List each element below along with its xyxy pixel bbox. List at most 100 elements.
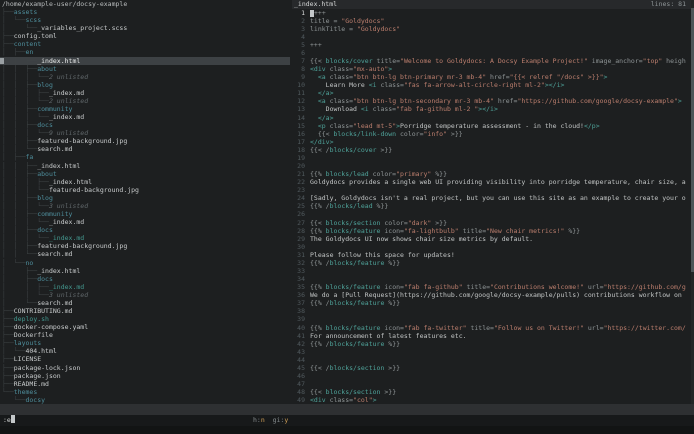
text-segment: %}}: [564, 227, 580, 235]
code-line: 36We do a [Pull Request](https://github.…: [292, 291, 694, 299]
tree-row[interactable]: ├──assets: [0, 8, 290, 16]
tree-row[interactable]: │ └──search.md: [0, 299, 290, 307]
tree-branch: │ │ │ └──: [2, 113, 49, 121]
tree-row[interactable]: │ ├──_index.html: [0, 267, 290, 275]
tree-row[interactable]: │ │ └──search.md: [0, 250, 290, 258]
tree-row[interactable]: └──themes: [0, 388, 290, 396]
tree-row[interactable]: ├──CONTRIBUTING.md: [0, 307, 290, 315]
text-segment: <div: [310, 65, 326, 73]
tree-row[interactable]: │ │ ├──community: [0, 210, 290, 218]
tree-row[interactable]: │ │ │ ├──_index.html: [0, 178, 290, 186]
tree-entry-name: about: [37, 170, 57, 178]
text-segment: title=: [463, 283, 490, 291]
tree-row[interactable]: ├──package.json: [0, 372, 290, 380]
tree-row[interactable]: │ ├──fa: [0, 153, 290, 161]
tree-row[interactable]: │ │ └──3 unlisted: [0, 291, 290, 299]
tree-entry-name: _index.md: [49, 218, 84, 226]
text-segment: "https://github.com/google/docsy-example…: [517, 97, 677, 105]
text-segment: Download: [310, 105, 361, 113]
code-line: 21{{% blocks/lead color="primary" %}}: [292, 170, 694, 178]
tree-row[interactable]: │ │ │ └──3 unlisted: [0, 202, 290, 210]
code-line: 31Please follow this space for updates!: [292, 251, 694, 259]
tree-row[interactable]: ├──deploy.sh: [0, 315, 290, 323]
line-number: 17: [292, 138, 305, 146]
tree-row[interactable]: │ │ ├──blog: [0, 81, 290, 89]
text-segment: {{% /: [310, 259, 330, 267]
tree-row[interactable]: │ │ │ └──_index.md: [0, 113, 290, 121]
code-line: 1 +++: [292, 9, 694, 17]
tree-row[interactable]: │ │ └──search.md: [0, 145, 290, 153]
text-segment: color=: [396, 130, 423, 138]
tree-row[interactable]: │ ├──docs: [0, 275, 290, 283]
tree-row[interactable]: │ └──404.html: [0, 347, 290, 355]
line-number: 14: [292, 114, 305, 122]
tree-row[interactable]: │ │ ├──community: [0, 105, 290, 113]
tree-row[interactable]: ├──README.md: [0, 380, 290, 388]
text-segment: blocks/feature: [330, 299, 385, 307]
line-number: 35: [292, 283, 305, 291]
text-segment: %}}: [373, 202, 389, 210]
tree-row[interactable]: │ │ │ └──9 unlisted: [0, 129, 290, 137]
text-segment: "top": [643, 57, 663, 65]
tree-row[interactable]: │ │ │ └──2 unlisted: [0, 97, 290, 105]
tree-branch: │ │ └──: [2, 291, 49, 299]
tree-row[interactable]: │ │ │ └──2 unlisted: [0, 73, 290, 81]
input-bar[interactable]: :e h:n gi:y: [0, 415, 694, 426]
tree-row[interactable]: │ │ │ └──_index.md: [0, 218, 290, 226]
code-line: 22Goldydocs provides a single web UI pro…: [292, 178, 694, 186]
tree-row[interactable]: │ ├──en: [0, 48, 290, 56]
tree-branch: │ ├──: [2, 48, 25, 56]
text-segment: <a: [318, 73, 326, 81]
tree-row[interactable]: │ │ │ ├──_index.md: [0, 89, 290, 97]
tree-row[interactable]: │ │ ├──about: [0, 170, 290, 178]
tree-row[interactable]: │ │ │ └──_index.md: [0, 234, 290, 242]
text-segment: "btn btn-lg btn-primary mr-3 mb-4": [353, 73, 486, 81]
tree-row[interactable]: ├──content: [0, 40, 290, 48]
tree-row[interactable]: │ └──no: [0, 259, 290, 267]
code-line: 35{{% blocks/feature icon="fab fa-github…: [292, 283, 694, 291]
tree-branch: │ └──: [2, 24, 37, 32]
text-segment: "fab fa-github ml-2 ": [396, 105, 478, 113]
command-input[interactable]: :e: [3, 416, 11, 424]
tree-entry-name: blog: [37, 81, 53, 89]
tree-branch: ├──: [2, 364, 14, 372]
tree-row[interactable]: │ │ ├──blog: [0, 194, 290, 202]
tree-row[interactable]: ├──LICENSE: [0, 355, 290, 363]
code-line: 17</div>: [292, 138, 694, 146]
line-number: 26: [292, 210, 305, 218]
tree-row[interactable]: ├──layouts: [0, 339, 290, 347]
tree-row[interactable]: │ │ ├──_index.html: [0, 162, 290, 170]
tree-row[interactable]: │ │ ├──_index.html: [0, 57, 290, 65]
tree-root-path[interactable]: /home/example-user/docsy-example: [0, 0, 290, 8]
text-segment: [310, 73, 318, 81]
text-segment: Porridge temperature assessment - in the…: [400, 122, 584, 130]
tree-row[interactable]: │ └──_variables_project.scss: [0, 24, 290, 32]
tree-row[interactable]: │ │ ├──featured-background.jpg: [0, 137, 290, 145]
tree-row[interactable]: │ │ │ └──featured-background.jpg: [0, 186, 290, 194]
tree-row[interactable]: ├──package-lock.json: [0, 364, 290, 372]
text-segment: ></i>: [545, 81, 565, 89]
text-segment: "fas fa-arrow-alt-circle-right ml-2": [404, 81, 545, 89]
text-segment: </p>: [584, 122, 600, 130]
text-segment: "{{< relref "/docs" >}}": [510, 73, 604, 81]
tree-row[interactable]: │ │ ├──_index.md: [0, 283, 290, 291]
line-number: 43: [292, 348, 305, 356]
tree-row[interactable]: │ └──scss: [0, 16, 290, 24]
line-number: 33: [292, 267, 305, 275]
tree-row[interactable]: ├──config.toml: [0, 32, 290, 40]
tree-row[interactable]: │ │ ├──about: [0, 65, 290, 73]
text-segment: "fab fa-twitter": [404, 324, 467, 332]
tree-branch: │ │ ├──: [2, 226, 37, 234]
code-line: 34: [292, 275, 694, 283]
tree-row[interactable]: ├──Dockerfile: [0, 331, 290, 339]
bottom-margin: [0, 426, 694, 434]
text-segment: url=: [584, 324, 604, 332]
tree-row[interactable]: ├──docker-compose.yaml: [0, 323, 290, 331]
tree-row[interactable]: │ │ ├──docs: [0, 121, 290, 129]
tree-row[interactable]: └──docsy: [0, 396, 290, 404]
preview-panel[interactable]: _index.html lines: 81 1 +++2title = "Gol…: [292, 0, 694, 404]
tree-row[interactable]: │ │ ├──docs: [0, 226, 290, 234]
tree-row[interactable]: │ │ ├──featured-background.jpg: [0, 242, 290, 250]
text-segment: blocks/lead: [326, 170, 369, 178]
tree-branch: ├──: [2, 355, 14, 363]
